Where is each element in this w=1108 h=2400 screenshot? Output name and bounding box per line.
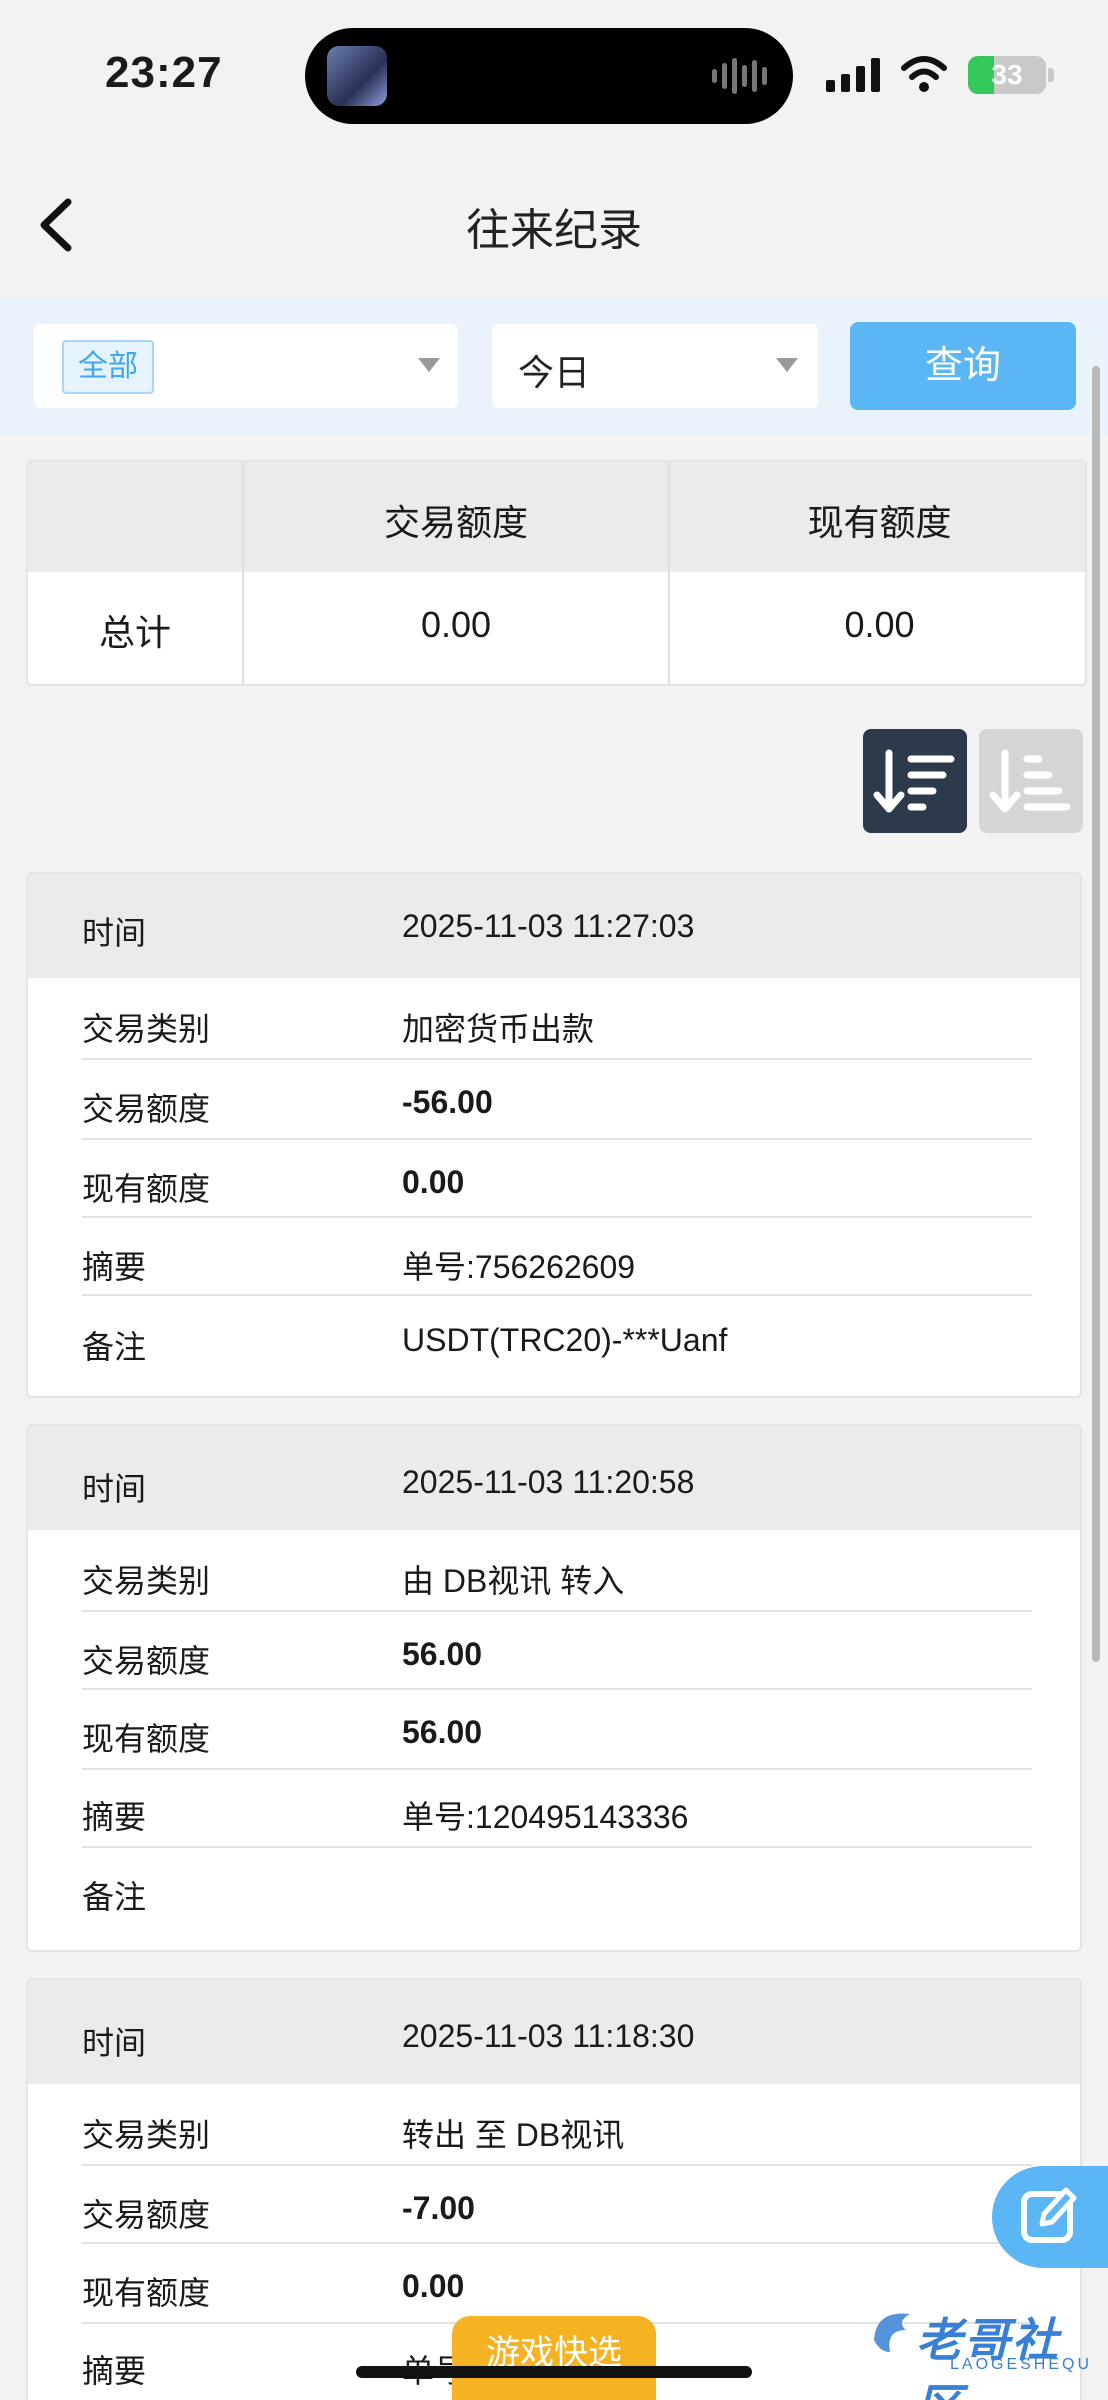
record-time-label: 时间 bbox=[82, 2025, 147, 2061]
summary-current-amount: 0.00 bbox=[844, 604, 915, 645]
record-amount-value: -56.00 bbox=[402, 1084, 493, 1120]
record-time-value: 2025-11-03 11:20:58 bbox=[402, 1464, 695, 1500]
row-divider bbox=[82, 1846, 1032, 1848]
battery-percentage: 33 bbox=[991, 59, 1023, 90]
record-note-label: 备注 bbox=[82, 1879, 147, 1915]
record-note-label: 备注 bbox=[82, 1329, 147, 1365]
record-amount-value: -7.00 bbox=[402, 2190, 475, 2226]
page-title: 往来纪录 bbox=[466, 206, 642, 255]
status-bar: 23:27 33 bbox=[0, 0, 1108, 150]
record-balance-label: 现有额度 bbox=[82, 1171, 211, 1207]
category-select[interactable]: 全部 bbox=[34, 324, 458, 408]
edit-fab-button[interactable] bbox=[992, 2166, 1108, 2268]
sort-descending-icon bbox=[873, 749, 955, 813]
record-type-value: 由 DB视讯 转入 bbox=[402, 1563, 625, 1599]
home-indicator bbox=[356, 2366, 752, 2378]
dynamic-island bbox=[305, 28, 793, 124]
row-divider bbox=[82, 2242, 1032, 2244]
record-balance-label: 现有额度 bbox=[82, 1721, 211, 1757]
media-thumbnail bbox=[327, 46, 387, 106]
record-balance-label: 现有额度 bbox=[82, 2275, 211, 2311]
record-time-label: 时间 bbox=[82, 1471, 147, 1507]
row-divider bbox=[82, 1216, 1032, 1218]
record-card: 时间 2025-11-03 11:27:03 交易类别 加密货币出款 交易额度 … bbox=[26, 872, 1082, 1398]
row-divider bbox=[82, 1688, 1032, 1690]
summary-row-label: 总计 bbox=[98, 612, 171, 653]
record-type-label: 交易类别 bbox=[82, 1011, 211, 1047]
sort-ascending-icon bbox=[989, 749, 1071, 813]
summary-table: 交易额度 现有额度 总计 0.00 0.00 bbox=[26, 460, 1087, 686]
record-summary-label: 摘要 bbox=[82, 1249, 147, 1285]
row-divider bbox=[82, 2164, 1032, 2166]
nav-bar: 往来纪录 bbox=[0, 150, 1108, 298]
summary-trade-amount: 0.00 bbox=[420, 604, 492, 645]
chevron-down-icon bbox=[418, 358, 440, 372]
scrollbar[interactable] bbox=[1092, 366, 1100, 1662]
record-time-label: 时间 bbox=[82, 915, 147, 951]
record-amount-label: 交易额度 bbox=[82, 1091, 211, 1127]
record-balance-value: 0.00 bbox=[402, 2268, 465, 2304]
filter-bar: 全部 今日 查询 bbox=[0, 298, 1108, 435]
period-select[interactable]: 今日 bbox=[492, 324, 818, 408]
record-card: 时间 2025-11-03 11:20:58 交易类别 由 DB视讯 转入 交易… bbox=[26, 1424, 1082, 1952]
row-divider bbox=[82, 1294, 1032, 1296]
period-select-value: 今日 bbox=[518, 352, 591, 393]
edit-icon bbox=[1021, 2187, 1077, 2243]
record-time-value: 2025-11-03 11:18:30 bbox=[402, 2018, 695, 2054]
record-amount-label: 交易额度 bbox=[82, 1643, 211, 1679]
record-amount-value: 56.00 bbox=[402, 1636, 483, 1672]
sort-ascending-button[interactable] bbox=[979, 729, 1083, 833]
watermark-text: 老哥社区 bbox=[916, 2314, 1060, 2400]
record-type-label: 交易类别 bbox=[82, 1563, 211, 1599]
record-summary-label: 摘要 bbox=[82, 1799, 147, 1835]
record-type-value: 转出 至 DB视讯 bbox=[402, 2117, 625, 2153]
record-balance-value: 56.00 bbox=[402, 1714, 483, 1750]
record-summary-label: 摘要 bbox=[82, 2353, 147, 2389]
battery-icon: 33 bbox=[968, 56, 1046, 94]
row-divider bbox=[82, 1768, 1032, 1770]
sort-descending-button[interactable] bbox=[863, 729, 967, 833]
audio-wave-icon bbox=[712, 56, 767, 96]
row-divider bbox=[82, 1058, 1032, 1060]
record-time-value: 2025-11-03 11:27:03 bbox=[402, 908, 695, 944]
status-time: 23:27 bbox=[105, 48, 223, 97]
record-balance-value: 0.00 bbox=[402, 1164, 465, 1200]
row-divider bbox=[82, 1610, 1032, 1612]
record-summary-value: 单号:120495143336 bbox=[402, 1799, 689, 1835]
record-type-label: 交易类别 bbox=[82, 2117, 211, 2153]
category-chip[interactable]: 全部 bbox=[62, 340, 154, 394]
query-button[interactable]: 查询 bbox=[850, 322, 1076, 410]
record-type-value: 加密货币出款 bbox=[402, 1011, 595, 1047]
summary-header-trade: 交易额度 bbox=[383, 502, 528, 543]
record-note-value: USDT(TRC20)-***Uanf bbox=[402, 1322, 728, 1358]
watermark-subtext: LAOGESHEQU bbox=[950, 2356, 1093, 2373]
battery-tip bbox=[1048, 68, 1054, 82]
cellular-signal-icon bbox=[826, 58, 880, 92]
record-amount-label: 交易额度 bbox=[82, 2197, 211, 2233]
game-quick-select-button[interactable]: 游戏快选 bbox=[452, 2316, 656, 2400]
row-divider bbox=[82, 1138, 1032, 1140]
record-summary-value: 单号:756262609 bbox=[402, 1249, 636, 1285]
wifi-icon bbox=[901, 56, 947, 92]
summary-header-balance: 现有额度 bbox=[807, 502, 952, 543]
chevron-down-icon bbox=[776, 358, 798, 372]
community-watermark: 老哥社区 LAOGESHEQU bbox=[866, 2300, 1102, 2400]
